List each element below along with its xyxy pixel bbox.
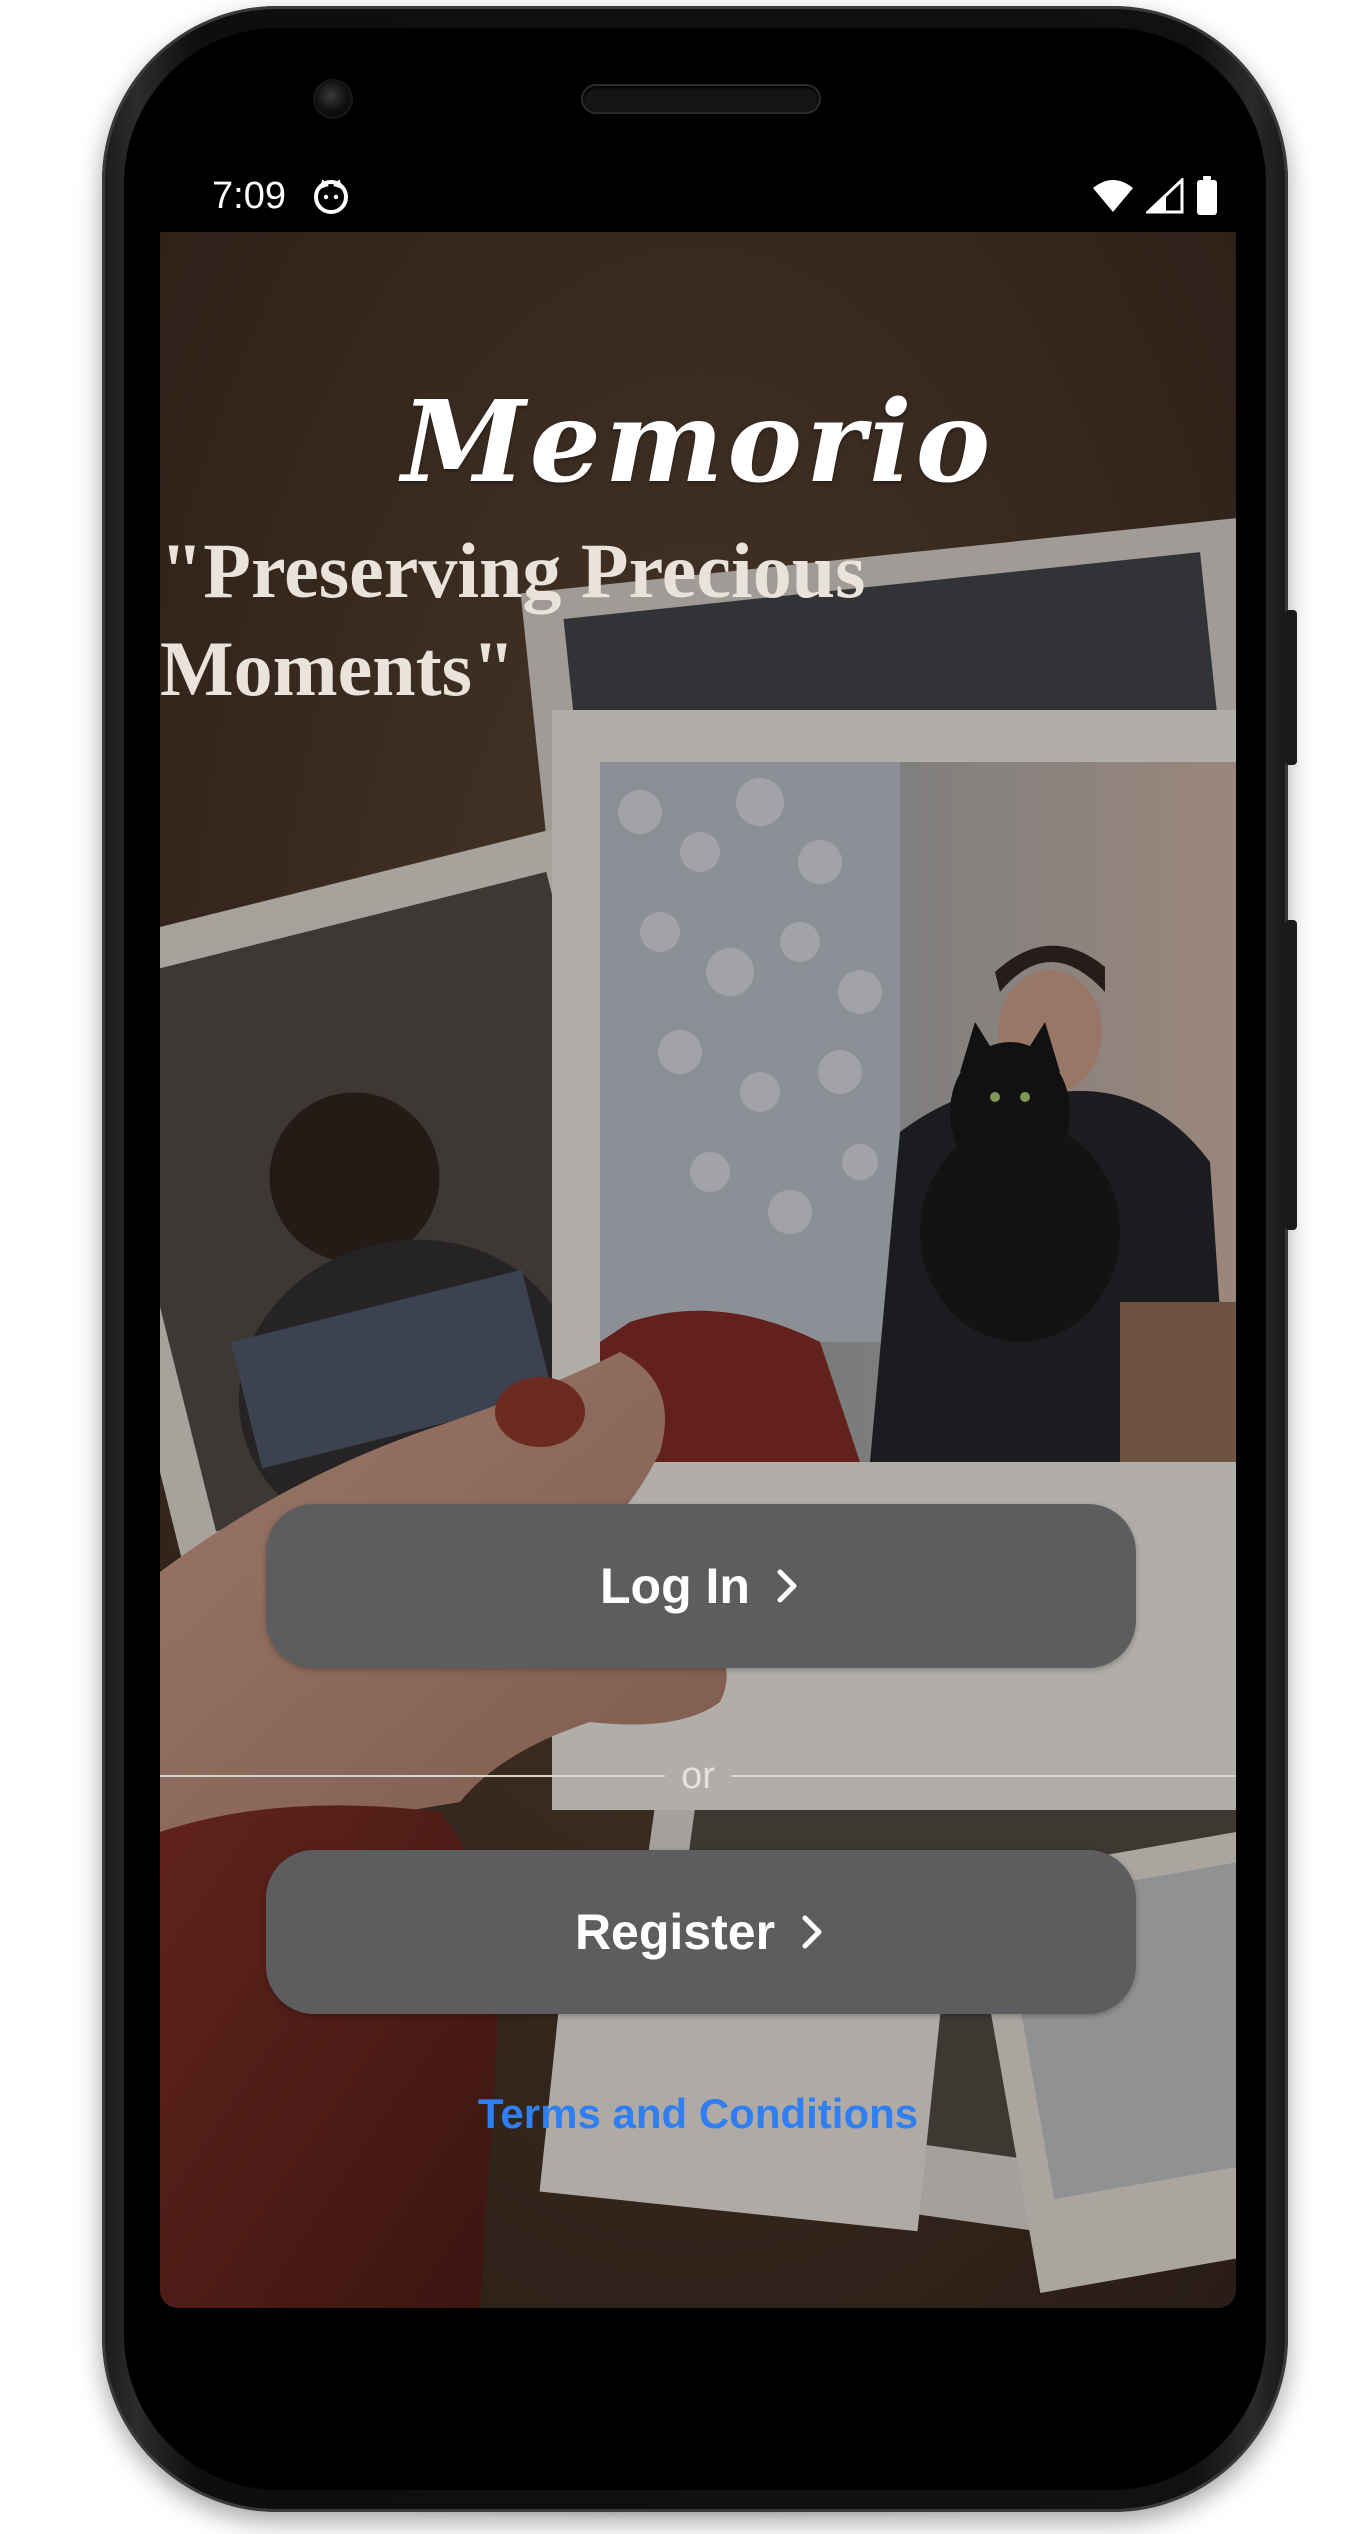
app-tagline: "Preserving Precious Moments" [160,527,866,712]
battery-icon [1197,176,1217,215]
chevron-right-icon [802,1915,822,1949]
register-button[interactable]: Register [266,1850,1136,2014]
divider-line [160,1775,666,1777]
login-button[interactable]: Log In [266,1504,1136,1668]
cat-notification-icon [313,179,348,214]
login-button-label: Log In [600,1558,750,1614]
chevron-right-icon [777,1569,797,1603]
power-button [1285,610,1297,765]
front-camera [316,82,350,116]
wifi-icon [1093,180,1133,212]
earpiece-speaker [583,86,819,112]
or-divider: or [160,1754,1236,1797]
divider-line [730,1775,1236,1777]
register-button-label: Register [574,1904,776,1960]
signal-icon [1146,178,1184,214]
status-time: 7:09 [212,174,286,217]
terms-link[interactable]: Terms and Conditions [160,2090,1236,2138]
volume-button [1285,920,1297,1230]
status-bar: 7:09 [160,160,1236,232]
app-title: Memorio [401,377,995,508]
divider-label: or [681,1754,715,1797]
app-screen: Memorio "Preserving Precious Moments" Lo… [160,232,1236,2308]
